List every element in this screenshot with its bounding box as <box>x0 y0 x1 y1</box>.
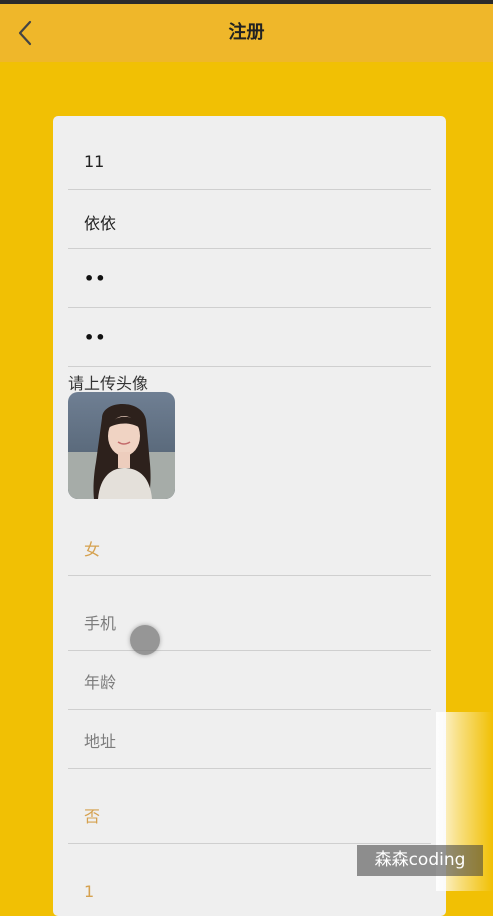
nickname-value: 依依 <box>84 214 117 233</box>
age-field[interactable]: 年龄 <box>68 651 431 710</box>
account-field[interactable]: 11 <box>68 130 431 190</box>
page-title: 注册 <box>228 22 265 43</box>
address-field[interactable]: 地址 <box>68 710 431 769</box>
gender-field[interactable]: 女 <box>68 516 431 576</box>
confirm-password-field[interactable]: •• <box>68 308 431 367</box>
extra-value: 1 <box>84 882 95 901</box>
password-value: •• <box>84 269 107 288</box>
option-field[interactable]: 否 <box>68 769 431 844</box>
back-button[interactable] <box>10 16 40 50</box>
gender-value: 女 <box>84 540 101 559</box>
avatar-upload[interactable] <box>68 392 175 499</box>
avatar-image <box>68 392 175 499</box>
avatar-label: 请上传头像 <box>68 374 149 393</box>
confirm-password-value: •• <box>84 328 107 347</box>
watermark: 森森coding <box>357 845 483 876</box>
address-placeholder: 地址 <box>84 732 117 751</box>
password-field[interactable]: •• <box>68 249 431 308</box>
nickname-field[interactable]: 依依 <box>68 190 431 249</box>
phone-placeholder: 手机 <box>84 614 117 633</box>
touch-indicator <box>130 625 160 655</box>
age-placeholder: 年龄 <box>84 673 117 692</box>
option-value: 否 <box>84 807 101 826</box>
header-bar: 注册 <box>0 4 493 62</box>
register-form: 11 依依 •• •• 请上传头像 女 手机 年龄 地址 否 1 <box>53 116 446 916</box>
account-value: 11 <box>84 152 105 171</box>
phone-field[interactable]: 手机 <box>68 576 431 651</box>
chevron-left-icon <box>18 20 32 46</box>
